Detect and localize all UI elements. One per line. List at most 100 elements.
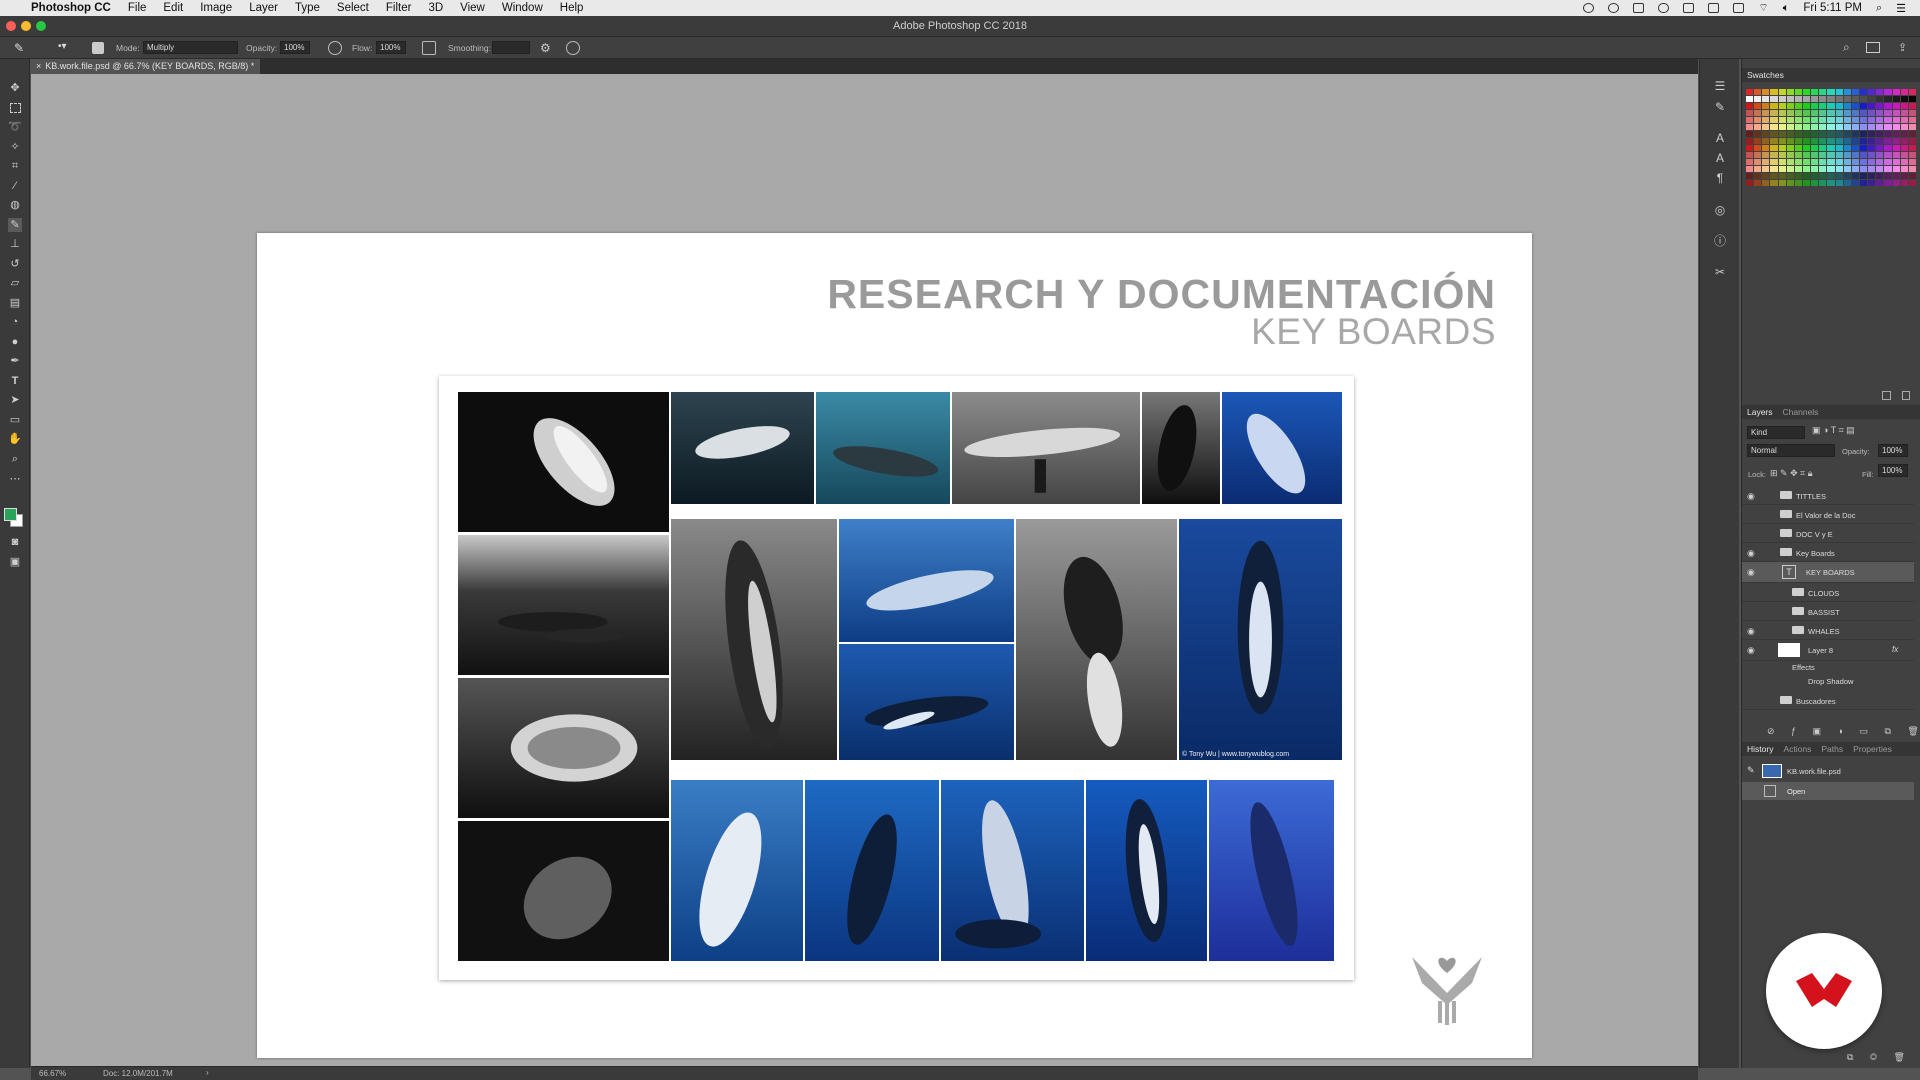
- fill-field[interactable]: 100%: [1878, 464, 1908, 477]
- layer-kind-filter[interactable]: Kind: [1747, 426, 1805, 439]
- color-swatch[interactable]: [1876, 103, 1884, 109]
- color-swatch[interactable]: [1843, 145, 1851, 151]
- color-swatch[interactable]: [1843, 89, 1851, 95]
- whale-photo[interactable]: [952, 392, 1140, 504]
- color-swatch[interactable]: [1811, 180, 1819, 186]
- dropbox-icon[interactable]: [1633, 3, 1645, 13]
- tab-channels[interactable]: Channels: [1783, 407, 1819, 417]
- swatches-grid[interactable]: [1746, 89, 1916, 211]
- color-swatch[interactable]: [1892, 124, 1900, 130]
- tool-presets-panel-icon[interactable]: ✂: [1712, 265, 1728, 279]
- color-swatch[interactable]: [1843, 110, 1851, 116]
- effects-row[interactable]: Effects: [1742, 661, 1914, 675]
- whale-photo[interactable]: [458, 821, 669, 961]
- rectangle-tool-icon[interactable]: ▭: [8, 413, 22, 427]
- color-swatch[interactable]: [1754, 159, 1762, 165]
- color-swatch[interactable]: [1778, 152, 1786, 158]
- color-swatch[interactable]: [1762, 131, 1770, 137]
- color-swatch[interactable]: [1819, 103, 1827, 109]
- color-swatch[interactable]: [1754, 117, 1762, 123]
- history-step-row[interactable]: Open: [1742, 782, 1914, 800]
- color-swatch[interactable]: [1900, 138, 1908, 144]
- color-swatch[interactable]: [1811, 110, 1819, 116]
- color-swatch[interactable]: [1811, 159, 1819, 165]
- color-swatch[interactable]: [1819, 110, 1827, 116]
- color-swatch[interactable]: [1819, 96, 1827, 102]
- color-swatch[interactable]: [1884, 145, 1892, 151]
- color-swatch[interactable]: [1859, 103, 1868, 109]
- whale-photo[interactable]: [1016, 519, 1177, 760]
- color-swatch[interactable]: [1794, 131, 1802, 137]
- color-swatch[interactable]: [1786, 124, 1794, 130]
- color-swatch[interactable]: [1908, 131, 1916, 137]
- color-swatch[interactable]: [1802, 96, 1811, 102]
- smoothing-gear-icon[interactable]: ⚙: [540, 41, 551, 55]
- layer-row[interactable]: ◉ WHALES: [1742, 621, 1914, 640]
- info-panel-icon[interactable]: ⓘ: [1712, 234, 1728, 248]
- menu-edit[interactable]: Edit: [163, 2, 183, 14]
- color-swatch[interactable]: [1770, 180, 1778, 186]
- color-swatch[interactable]: [1770, 145, 1778, 151]
- blur-tool-icon[interactable]: ◔: [8, 315, 22, 329]
- tab-layers[interactable]: Layers: [1747, 407, 1773, 417]
- color-swatch[interactable]: [1876, 138, 1884, 144]
- mode-select[interactable]: Multiply: [143, 41, 238, 54]
- color-swatch[interactable]: [1908, 117, 1916, 123]
- color-swatch[interactable]: [1754, 145, 1762, 151]
- color-swatch[interactable]: [1827, 103, 1835, 109]
- tab-history[interactable]: History: [1747, 744, 1773, 754]
- color-swatch[interactable]: [1794, 124, 1802, 130]
- color-swatch[interactable]: [1802, 152, 1811, 158]
- color-swatch[interactable]: [1746, 96, 1754, 102]
- smoothing-field[interactable]: [492, 41, 530, 54]
- layer-opacity-field[interactable]: 100%: [1878, 444, 1908, 457]
- bluetooth-icon[interactable]: [1683, 3, 1695, 13]
- color-swatch[interactable]: [1770, 166, 1778, 172]
- color-swatch[interactable]: [1778, 110, 1786, 116]
- color-swatch[interactable]: [1802, 180, 1811, 186]
- color-swatch[interactable]: [1754, 131, 1762, 137]
- whale-photo[interactable]: © Tony Wu | www.tonywublog.com: [1179, 519, 1342, 760]
- color-swatch[interactable]: [1851, 89, 1859, 95]
- color-swatch[interactable]: [1811, 103, 1819, 109]
- color-swatch[interactable]: [1851, 145, 1859, 151]
- color-swatch[interactable]: [1892, 138, 1900, 144]
- hand-tool-icon[interactable]: ✋: [8, 432, 22, 446]
- color-swatch[interactable]: [1908, 103, 1916, 109]
- color-swatch[interactable]: [1770, 110, 1778, 116]
- color-swatch[interactable]: [1851, 159, 1859, 165]
- character-panel-icon[interactable]: A: [1712, 131, 1728, 145]
- fx-icon[interactable]: fx: [1892, 645, 1898, 654]
- color-swatch[interactable]: [1786, 173, 1794, 179]
- color-swatch[interactable]: [1811, 96, 1819, 102]
- color-swatch[interactable]: [1762, 110, 1770, 116]
- color-swatch[interactable]: [1802, 145, 1811, 151]
- color-swatch[interactable]: [1900, 131, 1908, 137]
- menu-type[interactable]: Type: [295, 2, 320, 14]
- layer-row[interactable]: Buscadores: [1742, 691, 1914, 710]
- color-swatch[interactable]: [1835, 166, 1843, 172]
- color-swatch[interactable]: [1908, 96, 1916, 102]
- eraser-tool-icon[interactable]: ▱: [8, 276, 22, 290]
- color-swatch[interactable]: [1827, 152, 1835, 158]
- color-swatch[interactable]: [1802, 138, 1811, 144]
- color-swatch[interactable]: [1778, 124, 1786, 130]
- document-tab[interactable]: × KB.work.file.psd @ 66.7% (KEY BOARDS, R…: [30, 59, 260, 74]
- color-swatch[interactable]: [1802, 117, 1811, 123]
- color-swatch[interactable]: [1762, 152, 1770, 158]
- color-swatch[interactable]: [1754, 89, 1762, 95]
- color-swatch[interactable]: [1876, 131, 1884, 137]
- color-swatch[interactable]: [1754, 138, 1762, 144]
- color-swatch[interactable]: [1770, 159, 1778, 165]
- color-swatch[interactable]: [1859, 166, 1868, 172]
- color-swatch[interactable]: [1859, 173, 1868, 179]
- wifi-icon[interactable]: ⌔: [1758, 1, 1768, 15]
- color-swatch[interactable]: [1819, 124, 1827, 130]
- color-swatch[interactable]: [1900, 89, 1908, 95]
- color-swatch[interactable]: [1746, 145, 1754, 151]
- color-swatch[interactable]: [1802, 110, 1811, 116]
- canvas-area[interactable]: RESEARCH Y DOCUMENTACIÓN KEY BOARDS © To…: [31, 74, 1698, 1066]
- menu-view[interactable]: View: [460, 2, 485, 14]
- share-icon[interactable]: ⇪: [1898, 41, 1907, 54]
- color-swatch[interactable]: [1835, 152, 1843, 158]
